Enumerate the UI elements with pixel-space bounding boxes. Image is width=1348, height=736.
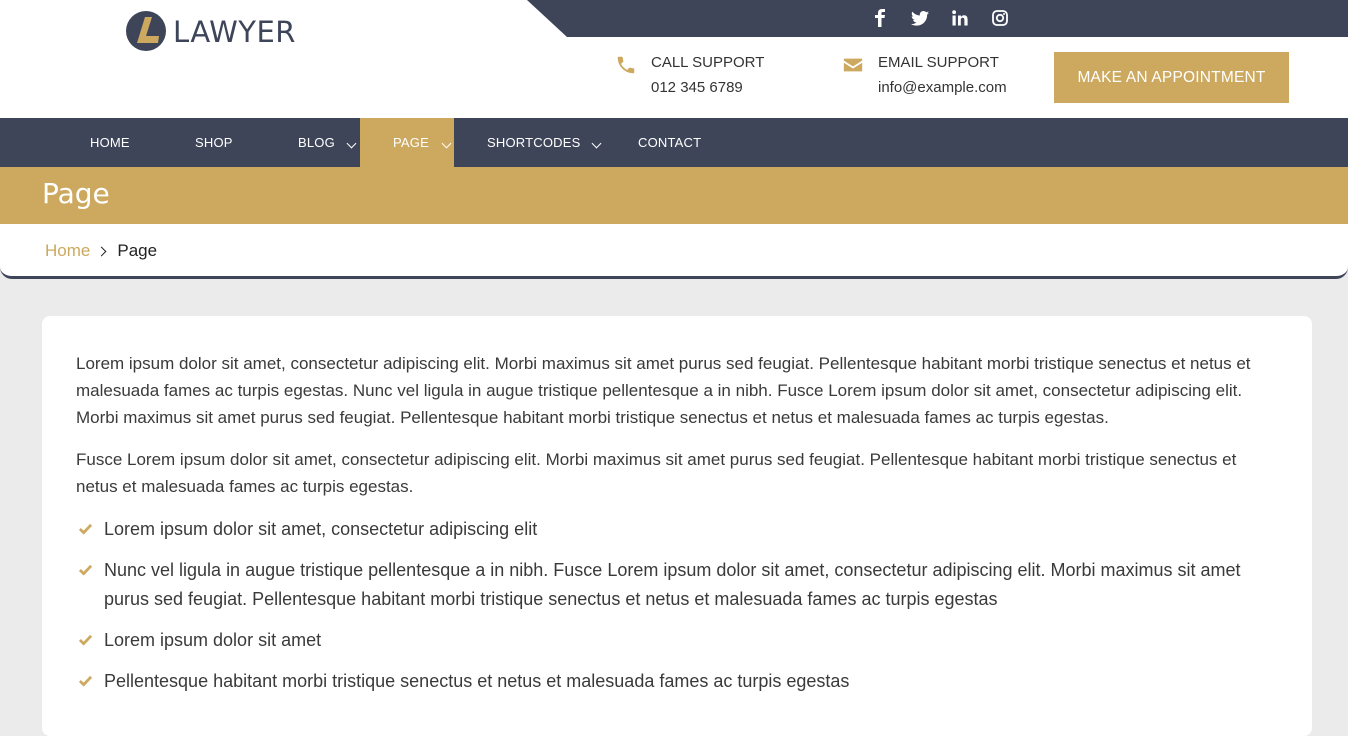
page-banner: Page: [0, 167, 1348, 224]
nav-item-label: SHOP: [195, 135, 233, 150]
main-nav: HOME SHOP BLOG PAGE SHORTCODES CONTACT: [0, 118, 1348, 167]
chevron-right-icon: [96, 246, 107, 256]
check-list: Lorem ipsum dolor sit amet, consectetur …: [76, 515, 1266, 696]
call-support: CALL SUPPORT 012 345 6789: [615, 54, 764, 97]
envelope-icon: [843, 58, 863, 72]
nav-item-label: SHORTCODES: [487, 135, 581, 150]
nav-item-contact[interactable]: CONTACT: [638, 118, 701, 167]
email-support: EMAIL SUPPORT info@example.com: [842, 54, 1007, 97]
make-appointment-button[interactable]: MAKE AN APPOINTMENT: [1054, 52, 1289, 103]
breadcrumb: Home Page: [45, 241, 157, 261]
paragraph: Lorem ipsum dolor sit amet, consectetur …: [76, 354, 1251, 427]
facebook-icon[interactable]: [870, 8, 890, 28]
logo-text: LAWYER: [173, 15, 296, 49]
linkedin-icon[interactable]: [950, 8, 970, 28]
logo-icon: [126, 11, 166, 51]
check-icon: [79, 675, 92, 687]
nav-item-label: BLOG: [298, 135, 335, 150]
nav-item-label: PAGE: [393, 135, 429, 150]
chevron-down-icon: [591, 138, 602, 149]
check-icon: [79, 523, 92, 535]
list-item-text: Pellentesque habitant morbi tristique se…: [104, 671, 850, 691]
list-item: Lorem ipsum dolor sit amet: [76, 626, 1266, 655]
check-icon: [79, 564, 92, 576]
breadcrumb-bar: Home Page: [0, 224, 1348, 279]
nav-item-home[interactable]: HOME: [90, 118, 130, 167]
list-item: Pellentesque habitant morbi tristique se…: [76, 667, 1266, 696]
check-icon: [79, 634, 92, 646]
email-support-address[interactable]: info@example.com: [878, 79, 1007, 97]
call-support-label: CALL SUPPORT: [651, 54, 765, 71]
chevron-down-icon: [441, 138, 452, 149]
breadcrumb-home-link[interactable]: Home: [45, 241, 90, 261]
social-links: [870, 6, 1010, 30]
logo[interactable]: LAWYER: [125, 10, 296, 52]
breadcrumb-current: Page: [117, 241, 158, 260]
phone-icon: [617, 56, 635, 74]
list-item: Nunc vel ligula in augue tristique pelle…: [76, 556, 1266, 614]
twitter-icon[interactable]: [910, 8, 930, 28]
nav-item-label: CONTACT: [638, 135, 702, 150]
paragraph: Fusce Lorem ipsum dolor sit amet, consec…: [76, 450, 1237, 496]
chevron-down-icon: [346, 138, 357, 149]
instagram-icon[interactable]: [990, 8, 1010, 28]
nav-item-shortcodes[interactable]: SHORTCODES: [487, 118, 603, 167]
call-support-number[interactable]: 012 345 6789: [651, 79, 764, 97]
nav-item-blog[interactable]: BLOG: [298, 118, 362, 167]
list-item-text: Nunc vel ligula in augue tristique pelle…: [104, 560, 1241, 609]
nav-item-label: HOME: [90, 135, 130, 150]
header: LAWYER CALL SUPPORT 012 345 6789 EMAIL S…: [0, 0, 1348, 118]
content-body: Lorem ipsum dolor sit amet, consectetur …: [76, 350, 1266, 708]
page-title: Page: [42, 177, 110, 210]
list-item: Lorem ipsum dolor sit amet, consectetur …: [76, 515, 1266, 544]
content-card: Lorem ipsum dolor sit amet, consectetur …: [42, 316, 1312, 736]
list-item-text: Lorem ipsum dolor sit amet: [104, 630, 322, 650]
email-support-label: EMAIL SUPPORT: [878, 54, 999, 71]
list-item-text: Lorem ipsum dolor sit amet, consectetur …: [104, 519, 538, 539]
nav-item-shop[interactable]: SHOP: [195, 118, 233, 167]
nav-item-page[interactable]: PAGE: [360, 118, 454, 167]
